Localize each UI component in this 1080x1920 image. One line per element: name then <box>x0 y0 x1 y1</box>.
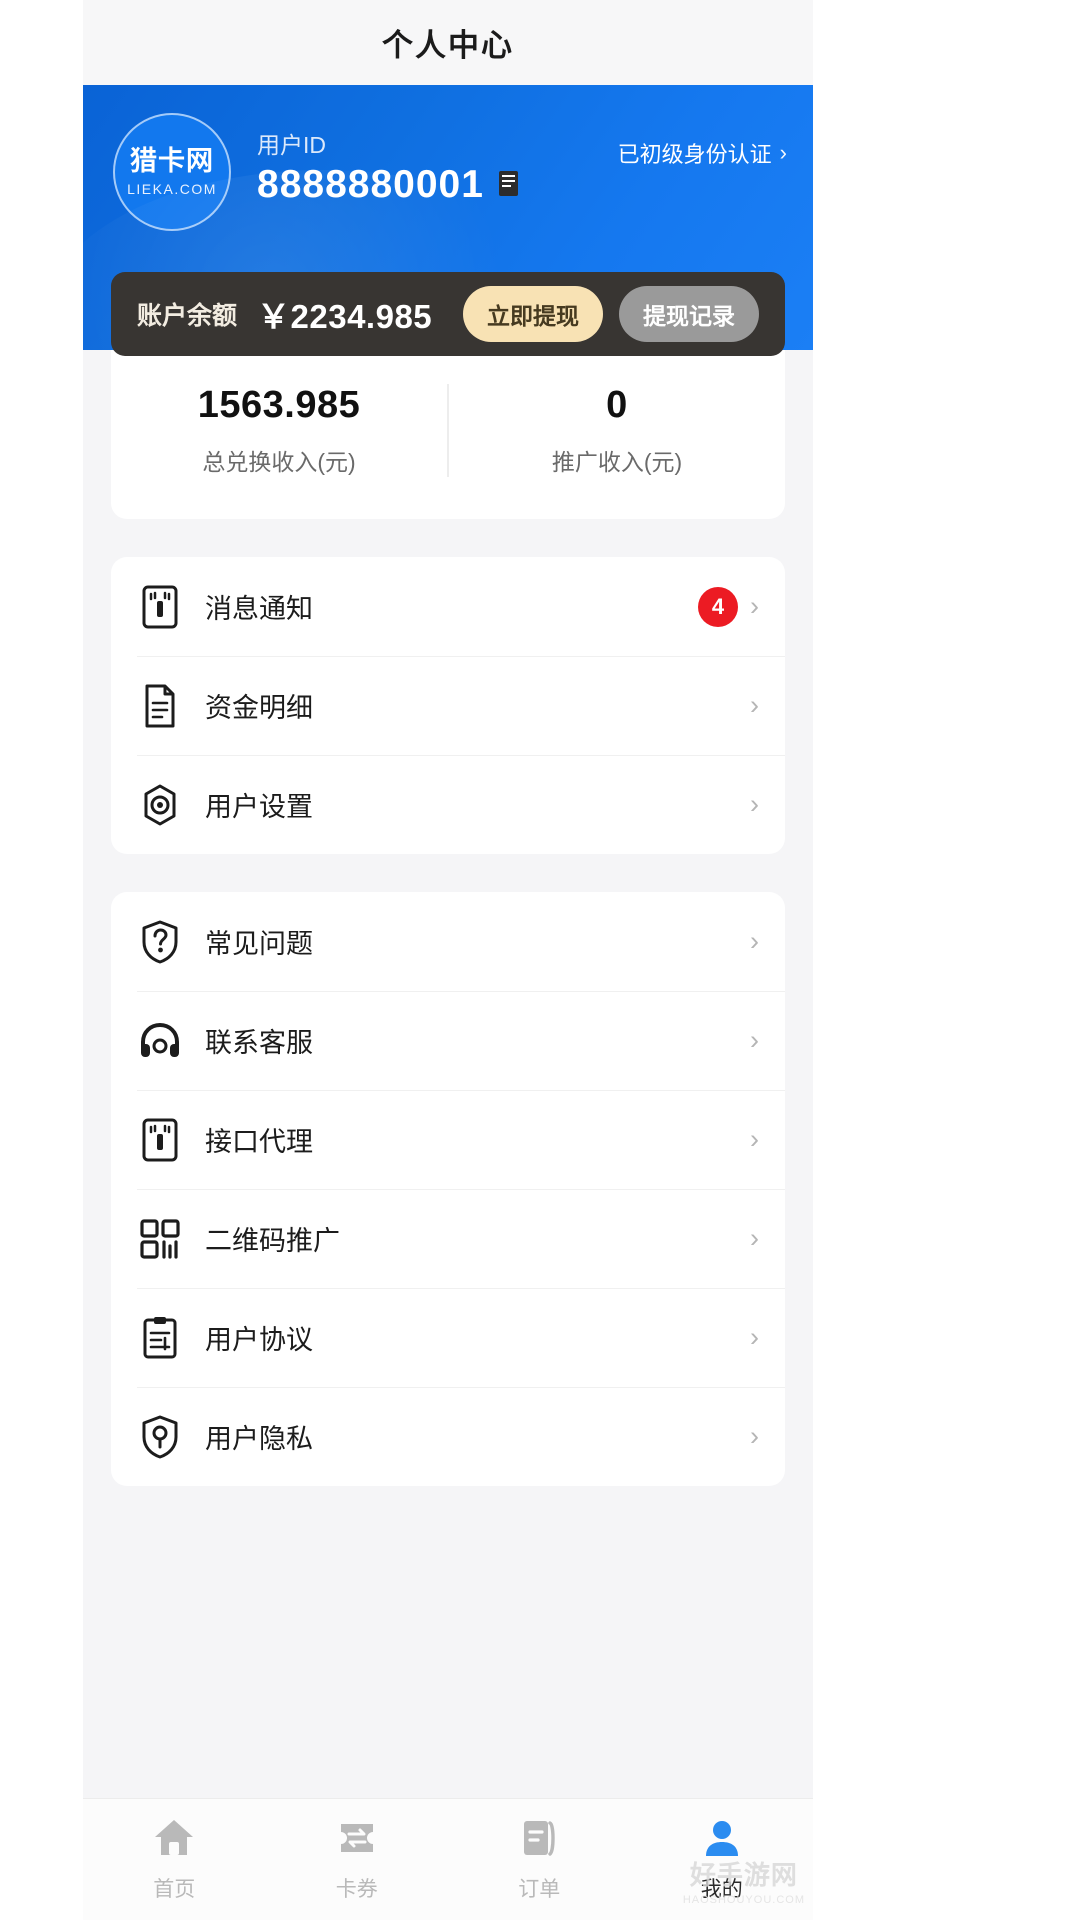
chevron-right-icon: › <box>750 926 759 956</box>
bottom-tabbar: 首页 卡券 订单 我的 好手游网 HAOSHOUYOU.COM <box>83 1798 813 1920</box>
menu-item-faq[interactable]: 常见问题 › <box>111 892 785 991</box>
stat-total-exchange: 1563.985 总兑换收入(元) <box>111 384 447 477</box>
watermark-sub: HAOSHOUYOU.COM <box>682 1894 805 1906</box>
menu-item-user-settings[interactable]: 用户设置 › <box>111 755 785 854</box>
tab-home[interactable]: 首页 <box>83 1817 266 1903</box>
privacy-shield-icon <box>137 1414 183 1460</box>
tab-label: 卡券 <box>335 1877 378 1901</box>
tab-label: 首页 <box>153 1877 196 1901</box>
user-id-value: 8888880001 <box>257 162 484 206</box>
chevron-right-icon: › <box>750 1421 759 1451</box>
page-header: 个人中心 <box>83 0 813 85</box>
balance-amount: ￥2234.985 <box>257 298 433 335</box>
menu-item-label: 用户隐私 <box>205 1424 313 1454</box>
menu-item-label: 消息通知 <box>205 594 313 624</box>
question-shield-icon <box>137 919 183 965</box>
tab-orders[interactable]: 订单 <box>448 1817 631 1903</box>
tab-label: 订单 <box>518 1877 561 1901</box>
chevron-right-icon: › <box>750 591 759 621</box>
qrcode-icon <box>137 1216 183 1262</box>
avatar-brand-en: LIEKA.COM <box>127 180 217 197</box>
notification-icon <box>137 584 183 630</box>
avatar-brand-cn: 猎卡网 <box>130 146 214 177</box>
menu-item-label: 用户设置 <box>205 792 313 822</box>
profile-row: 猎卡网 LIEKA.COM 用户ID 8888880001 <box>113 113 787 231</box>
menu-group-secondary: 常见问题 › 联系客服 › 接口代理 › 二维码推广 › 用户协议 › 用户隐私… <box>111 892 785 1486</box>
unread-badge: 4 <box>698 586 738 627</box>
stat-label: 总兑换收入(元) <box>202 449 356 475</box>
avatar[interactable]: 猎卡网 LIEKA.COM <box>113 113 231 231</box>
stat-label: 推广收入(元) <box>551 449 683 475</box>
menu-item-fund-details[interactable]: 资金明细 › <box>111 656 785 755</box>
chevron-right-icon: › <box>750 1223 759 1253</box>
balance-section: 账户余额 ￥2234.985 立即提现 提现记录 <box>83 272 813 356</box>
menu-item-api-proxy[interactable]: 接口代理 › <box>111 1090 785 1189</box>
api-interface-icon <box>137 1117 183 1163</box>
stat-promotion-income: 0 推广收入(元) <box>447 384 785 477</box>
menu-item-messages[interactable]: 消息通知 4 › <box>111 557 785 656</box>
app-screen: 个人中心 猎卡网 LIEKA.COM 用户ID 8888880001 已初级身份… <box>83 0 813 1920</box>
chevron-right-icon: › <box>750 789 759 819</box>
agreement-icon <box>137 1315 183 1361</box>
watermark: 好手游网 HAOSHOUYOU.COM <box>683 1855 805 1906</box>
menu-item-contact-support[interactable]: 联系客服 › <box>111 991 785 1090</box>
balance-label: 账户余额 <box>137 302 238 330</box>
watermark-main: 好手游网 <box>689 1860 798 1890</box>
menu-item-qrcode-promotion[interactable]: 二维码推广 › <box>111 1189 785 1288</box>
verification-label: 已初级身份认证 <box>617 142 772 167</box>
chevron-right-icon: › <box>750 1322 759 1352</box>
stats-card: 1563.985 总兑换收入(元) 0 推广收入(元) <box>111 344 785 519</box>
chevron-right-icon: › <box>750 1025 759 1055</box>
withdraw-records-button[interactable]: 提现记录 <box>619 286 759 342</box>
menu-item-user-agreement[interactable]: 用户协议 › <box>111 1288 785 1387</box>
settings-gear-icon <box>137 782 183 828</box>
chevron-right-icon: › <box>750 690 759 720</box>
stat-value: 1563.985 <box>197 384 361 426</box>
document-icon <box>137 683 183 729</box>
home-icon <box>152 1817 196 1864</box>
menu-item-label: 接口代理 <box>205 1127 313 1157</box>
chevron-right-icon: › <box>779 140 787 165</box>
tab-cards[interactable]: 卡券 <box>266 1817 449 1903</box>
headset-support-icon <box>137 1018 183 1064</box>
menu-item-label: 常见问题 <box>205 929 313 959</box>
ticket-icon <box>335 1817 379 1864</box>
menu-item-label: 二维码推广 <box>205 1226 340 1256</box>
menu-item-label: 用户协议 <box>205 1325 313 1355</box>
withdraw-now-button[interactable]: 立即提现 <box>463 286 603 342</box>
menu-group-primary: 消息通知 4 › 资金明细 › 用户设置 › <box>111 557 785 854</box>
menu-item-label: 联系客服 <box>205 1028 313 1058</box>
order-list-icon <box>517 1817 561 1864</box>
user-id-line: 8888880001 <box>257 163 787 207</box>
menu-item-user-privacy[interactable]: 用户隐私 › <box>111 1387 785 1486</box>
chevron-right-icon: › <box>750 1124 759 1154</box>
copy-icon[interactable] <box>498 170 524 200</box>
verification-link[interactable]: 已初级身份认证 › <box>618 137 787 169</box>
stat-value: 0 <box>606 384 628 426</box>
menu-item-label: 资金明细 <box>205 693 313 723</box>
balance-bar: 账户余额 ￥2234.985 立即提现 提现记录 <box>111 272 785 356</box>
page-title: 个人中心 <box>382 28 514 63</box>
